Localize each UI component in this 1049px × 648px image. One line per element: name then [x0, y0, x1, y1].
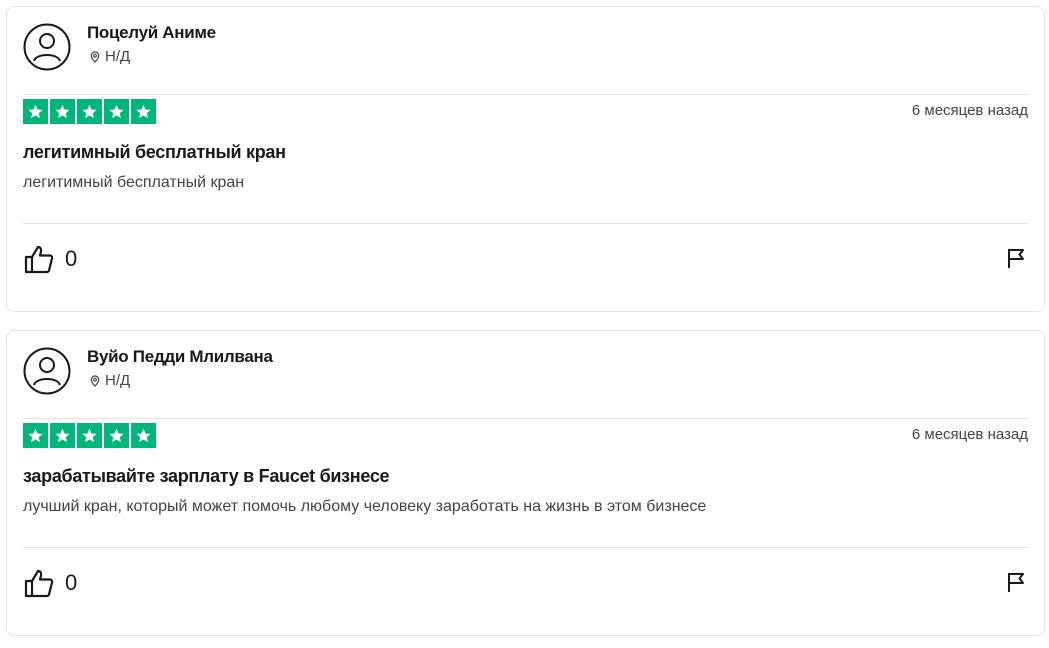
star-icon: [77, 99, 102, 124]
location-pin-icon: [90, 50, 100, 63]
review-card: Поцелуй Аниме Н/Д 6 месяцев назад легити…: [6, 6, 1045, 312]
reviewer-name[interactable]: Поцелуй Аниме: [87, 23, 216, 43]
divider: [23, 547, 1029, 548]
star-rating: [23, 99, 156, 124]
divider: [23, 94, 1029, 95]
report-button[interactable]: [1006, 247, 1026, 269]
star-icon: [131, 423, 156, 448]
report-button[interactable]: [1006, 571, 1026, 593]
review-card: Вуйо Педди Млилвана Н/Д 6 месяцев назад …: [6, 330, 1045, 636]
location-text: Н/Д: [105, 48, 131, 65]
review-date: 6 месяцев назад: [911, 426, 1028, 443]
star-icon: [50, 423, 75, 448]
location-pin-icon: [90, 374, 100, 387]
review-title[interactable]: зарабатывайте зарплату в Faucet бизнесе: [23, 466, 390, 487]
star-icon: [50, 99, 75, 124]
like-count: 0: [65, 570, 78, 595]
review-title[interactable]: легитимный бесплатный кран: [23, 142, 286, 163]
review-date: 6 месяцев назад: [911, 102, 1028, 119]
flag-icon: [1008, 573, 1024, 592]
avatar-icon[interactable]: [23, 347, 71, 395]
avatar-icon[interactable]: [23, 23, 71, 71]
star-icon: [104, 423, 129, 448]
divider: [23, 223, 1029, 224]
reviewer-location: Н/Д: [89, 48, 130, 65]
like-count: 0: [65, 246, 78, 271]
flag-icon: [1008, 249, 1024, 268]
like-button[interactable]: 0: [23, 243, 77, 275]
like-button[interactable]: 0: [23, 567, 77, 599]
thumbs-up-icon: [24, 245, 54, 274]
star-icon: [104, 99, 129, 124]
reviewer-name[interactable]: Вуйо Педди Млилвана: [87, 347, 273, 367]
thumbs-up-icon: [24, 569, 54, 598]
divider: [23, 418, 1029, 419]
location-text: Н/Д: [105, 372, 131, 389]
review-text: легитимный бесплатный кран: [23, 174, 245, 191]
star-icon: [77, 423, 102, 448]
star-icon: [131, 99, 156, 124]
star-rating: [23, 423, 156, 448]
star-icon: [23, 99, 48, 124]
reviewer-location: Н/Д: [89, 372, 130, 389]
review-text: лучший кран, который может помочь любому…: [23, 498, 707, 515]
star-icon: [23, 423, 48, 448]
